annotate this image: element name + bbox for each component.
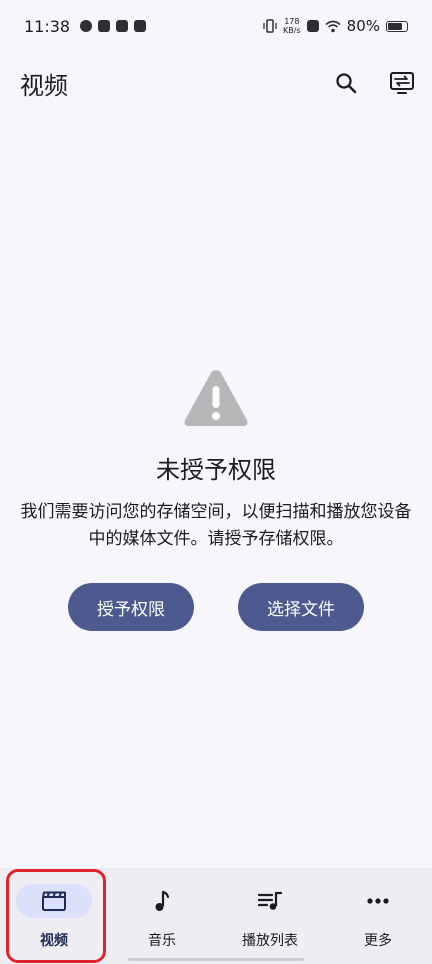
- permission-empty-state: 未授予权限 我们需要访问您的存储空间，以便扫描和播放您设备中的媒体文件。请授予存…: [0, 366, 432, 631]
- player-switch-button[interactable]: [386, 67, 418, 99]
- nav-item-more[interactable]: 更多: [324, 868, 432, 964]
- nav-label-music: 音乐: [148, 933, 176, 949]
- nav-label-video: 视频: [40, 933, 68, 949]
- vibrate-icon: [263, 19, 277, 33]
- app-notification-icon: [98, 20, 111, 32]
- nav-indicator: [124, 884, 200, 918]
- clapperboard-icon: [42, 891, 66, 911]
- nav-item-music[interactable]: 音乐: [108, 868, 216, 964]
- app-bar: 视频: [0, 52, 432, 114]
- nav-item-video[interactable]: 视频: [0, 868, 108, 964]
- player-switch-icon: [390, 72, 414, 94]
- status-right: 178 KB/s 80%: [263, 17, 408, 35]
- net-speed: 178 KB/s: [283, 17, 301, 35]
- wifi-icon: [325, 20, 341, 32]
- net-speed-unit: KB/s: [283, 26, 301, 35]
- battery-percent: 80%: [346, 17, 380, 35]
- bottom-navigation: 视频 音乐 播放列表 更多: [0, 868, 432, 964]
- nav-indicator: [16, 884, 92, 918]
- playlist-icon: [257, 891, 283, 910]
- bag-notification-icon: [134, 20, 147, 32]
- search-icon: [336, 73, 357, 94]
- battery-icon: [386, 20, 408, 32]
- no-sim-icon: [306, 20, 319, 32]
- nav-label-playlist: 播放列表: [242, 933, 298, 949]
- status-left: 11:38: [24, 16, 147, 36]
- permission-actions: 授予权限 选择文件: [0, 583, 432, 631]
- nav-indicator: [340, 884, 416, 918]
- check-notification-icon: [80, 20, 93, 32]
- select-file-button[interactable]: 选择文件: [238, 583, 364, 631]
- app-notification-icon: [116, 20, 129, 32]
- warning-icon: [184, 370, 248, 426]
- status-bar: 11:38 178 KB/s 80%: [0, 0, 432, 52]
- net-speed-value: 178: [284, 17, 300, 26]
- status-time: 11:38: [24, 16, 71, 36]
- music-note-icon: [155, 890, 170, 911]
- nav-item-playlist[interactable]: 播放列表: [216, 868, 324, 964]
- more-dots-icon: [367, 898, 389, 904]
- battery-level: [388, 22, 402, 30]
- grant-permission-button[interactable]: 授予权限: [68, 583, 194, 631]
- page-title: 视频: [20, 72, 68, 100]
- gesture-bar[interactable]: [128, 958, 304, 961]
- empty-state-title: 未授予权限: [156, 456, 276, 484]
- search-button[interactable]: [330, 67, 362, 99]
- nav-indicator: [232, 884, 308, 918]
- empty-state-description: 我们需要访问您的存储空间，以便扫描和播放您设备中的媒体文件。请授予存储权限。: [20, 502, 412, 549]
- nav-label-more: 更多: [364, 933, 392, 949]
